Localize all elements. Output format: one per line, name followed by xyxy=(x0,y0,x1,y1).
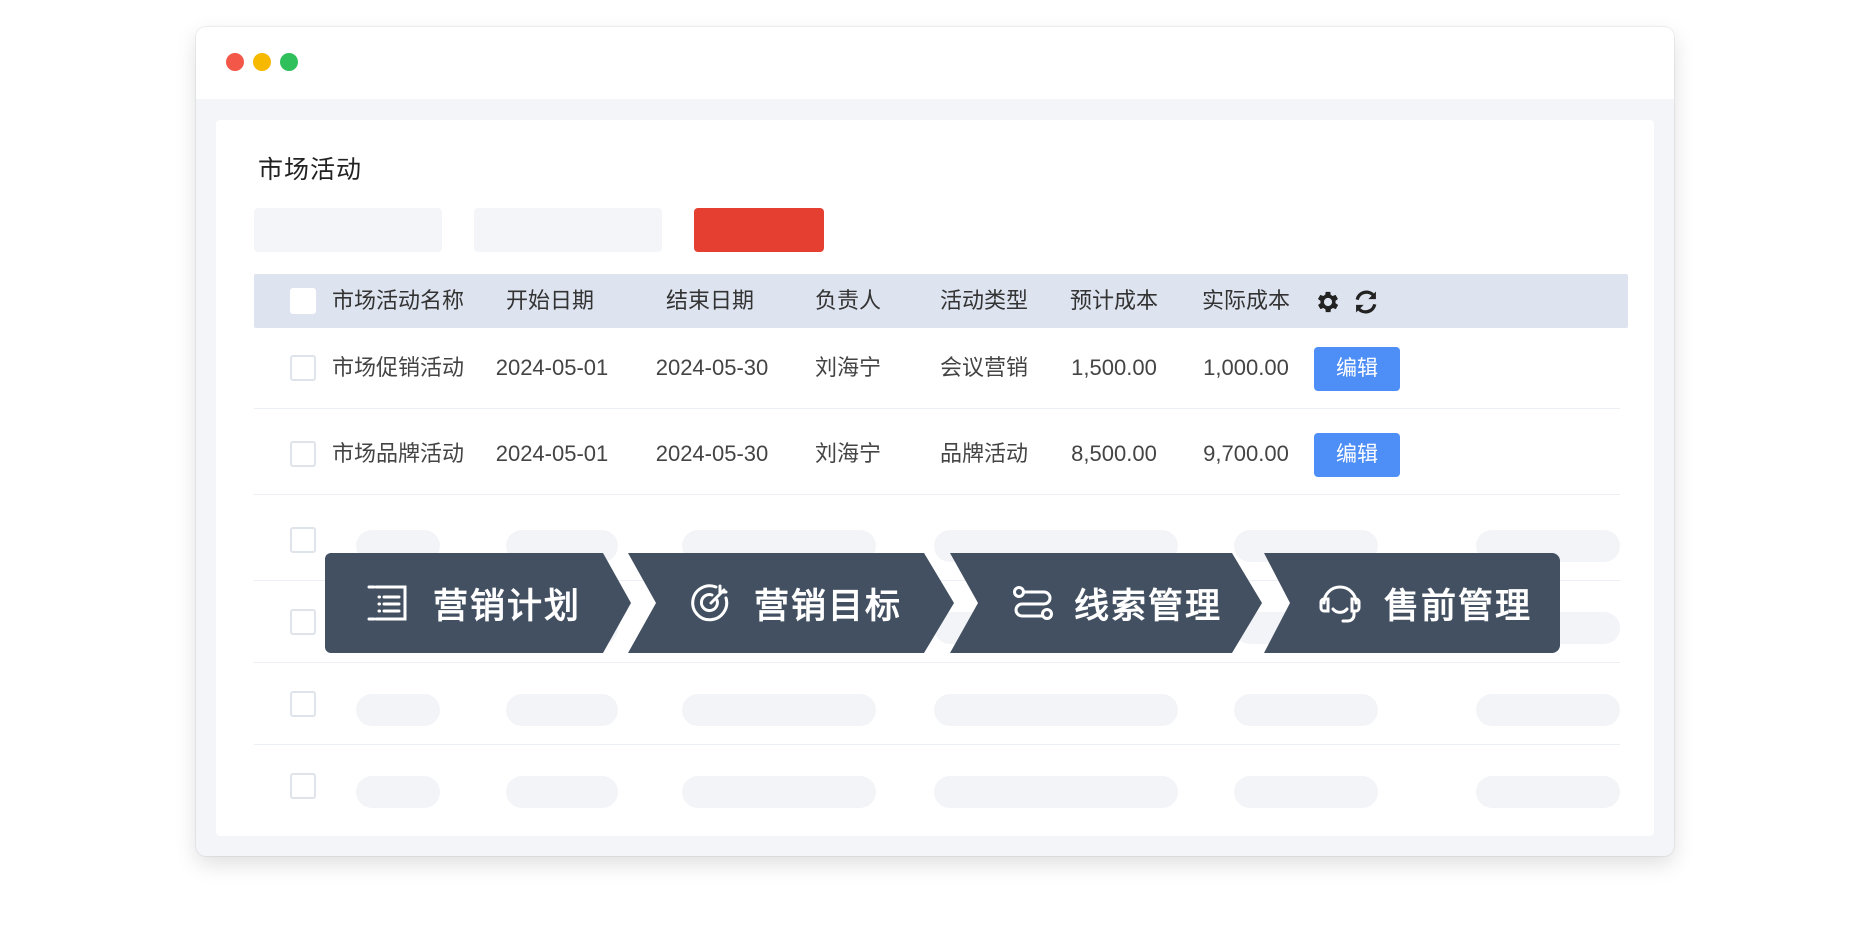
step-label: 线索管理 xyxy=(1074,586,1223,627)
filter-input-2[interactable] xyxy=(474,208,662,252)
content-panel: 市场活动 市场活动名称 开始日期 结束日期 负责人 活动类型 预计成本 实际成本… xyxy=(216,120,1654,836)
step-label: 售前管理 xyxy=(1384,586,1533,627)
placeholder-row xyxy=(254,664,1620,745)
table-row[interactable]: 市场促销活动 2024-05-01 2024-05-30 刘海宁 会议营销 1,… xyxy=(254,328,1620,409)
minimize-window-button[interactable] xyxy=(253,53,271,71)
placeholder-cell xyxy=(1476,776,1620,808)
row-checkbox[interactable] xyxy=(290,527,316,553)
step-marketing-plan[interactable]: 营销计划 xyxy=(325,553,631,653)
cell-start-date: 2024-05-01 xyxy=(495,355,609,380)
target-icon xyxy=(688,580,734,626)
placeholder-cell xyxy=(682,694,876,726)
placeholder-cell xyxy=(506,694,618,726)
gear-icon[interactable] xyxy=(1314,288,1342,321)
maximize-window-button[interactable] xyxy=(280,53,298,71)
cell-name: 市场促销活动 xyxy=(332,355,465,380)
placeholder-row xyxy=(254,746,1620,826)
placeholder-cell xyxy=(1234,776,1378,808)
step-lead-management[interactable]: 线索管理 xyxy=(950,553,1262,653)
row-checkbox[interactable] xyxy=(290,691,316,717)
column-header-actual-cost[interactable]: 实际成本 xyxy=(1186,274,1306,328)
column-header-name[interactable]: 市场活动名称 xyxy=(332,274,464,328)
filter-input-1[interactable] xyxy=(254,208,442,252)
cell-name: 市场品牌活动 xyxy=(332,441,465,466)
step-presales-management[interactable]: 售前管理 xyxy=(1264,553,1560,653)
step-marketing-goal[interactable]: 营销目标 xyxy=(628,553,954,653)
row-checkbox[interactable] xyxy=(290,441,316,467)
column-header-start-date[interactable]: 开始日期 xyxy=(490,274,610,328)
row-checkbox[interactable] xyxy=(290,773,316,799)
placeholder-cell xyxy=(356,776,440,808)
placeholder-cell xyxy=(682,776,876,808)
placeholder-cell xyxy=(934,694,1178,726)
row-checkbox[interactable] xyxy=(290,609,316,635)
cell-owner: 刘海宁 xyxy=(814,355,881,380)
column-header-end-date[interactable]: 结束日期 xyxy=(650,274,770,328)
list-icon xyxy=(365,581,409,625)
app-window: 市场活动 市场活动名称 开始日期 结束日期 负责人 活动类型 预计成本 实际成本… xyxy=(196,27,1674,856)
cell-end-date: 2024-05-30 xyxy=(655,441,769,466)
cell-actual-cost: 1,000.00 xyxy=(1203,355,1289,380)
cell-start-date: 2024-05-01 xyxy=(495,441,609,466)
placeholder-cell xyxy=(356,694,440,726)
title-bar xyxy=(196,27,1674,99)
step-label: 营销目标 xyxy=(754,586,903,627)
placeholder-cell xyxy=(934,776,1178,808)
flow-icon xyxy=(1010,580,1056,626)
edit-button[interactable]: 编辑 xyxy=(1314,347,1400,391)
column-header-type[interactable]: 活动类型 xyxy=(924,274,1044,328)
table-row[interactable]: 市场品牌活动 2024-05-01 2024-05-30 刘海宁 品牌活动 8,… xyxy=(254,414,1620,495)
cell-estimated-cost: 8,500.00 xyxy=(1071,441,1157,466)
select-all-checkbox[interactable] xyxy=(290,288,316,314)
cell-actual-cost: 9,700.00 xyxy=(1203,441,1289,466)
column-header-owner[interactable]: 负责人 xyxy=(798,274,898,328)
cell-type: 会议营销 xyxy=(939,355,1028,380)
step-label: 营销计划 xyxy=(433,586,582,627)
close-window-button[interactable] xyxy=(226,53,244,71)
placeholder-cell xyxy=(1234,694,1378,726)
refresh-icon[interactable] xyxy=(1352,288,1380,321)
row-checkbox[interactable] xyxy=(290,355,316,381)
placeholder-cell xyxy=(1476,694,1620,726)
cell-type: 品牌活动 xyxy=(939,441,1028,466)
page-title: 市场活动 xyxy=(258,156,363,184)
column-header-estimated-cost[interactable]: 预计成本 xyxy=(1054,274,1174,328)
headset-icon xyxy=(1316,579,1364,627)
primary-action-button[interactable] xyxy=(694,208,824,252)
table-header: 市场活动名称 开始日期 结束日期 负责人 活动类型 预计成本 实际成本 xyxy=(254,274,1628,328)
cell-end-date: 2024-05-30 xyxy=(655,355,769,380)
cell-owner: 刘海宁 xyxy=(814,441,881,466)
placeholder-cell xyxy=(506,776,618,808)
edit-button[interactable]: 编辑 xyxy=(1314,433,1400,477)
cell-estimated-cost: 1,500.00 xyxy=(1071,355,1157,380)
